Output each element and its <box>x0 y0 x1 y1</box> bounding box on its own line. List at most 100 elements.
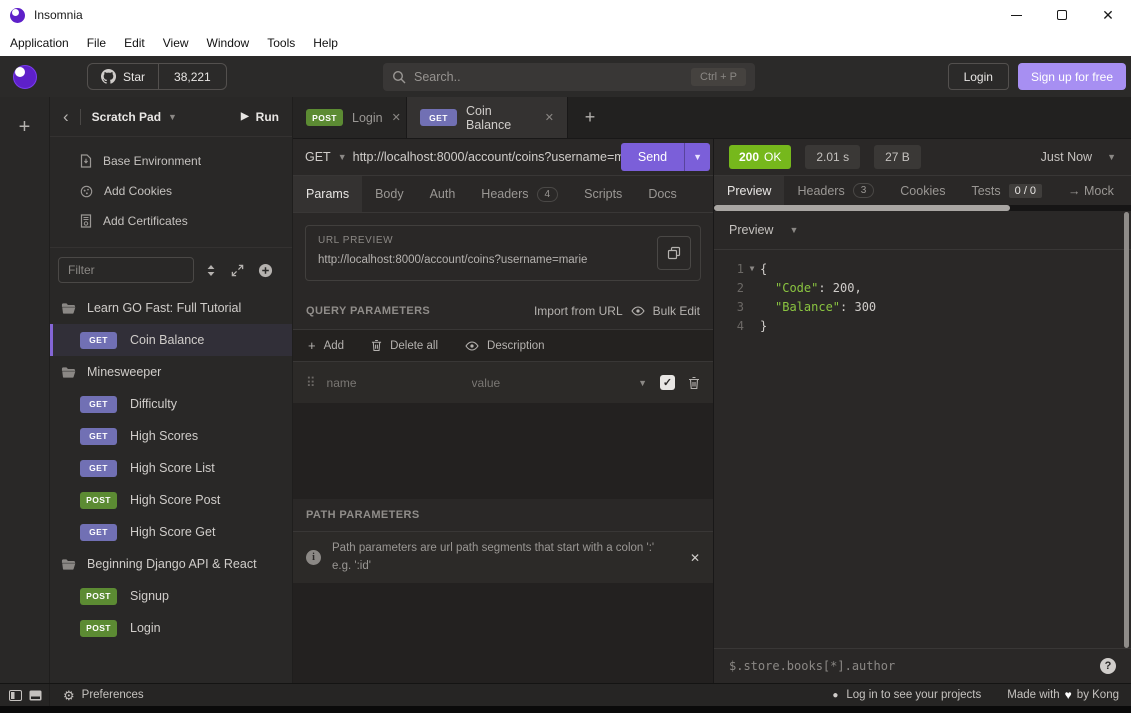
sidebar-item-add-cookies[interactable]: Add Cookies <box>50 176 292 206</box>
toggle-sidebar-icon[interactable] <box>9 690 22 701</box>
method-badge: GET <box>80 460 117 477</box>
sidebar-request-item[interactable]: GETHigh Score List <box>50 452 292 484</box>
title-bar: Insomnia ✕ <box>0 0 1131 30</box>
copy-url-button[interactable] <box>657 236 691 270</box>
delete-all-button[interactable]: Delete all <box>371 339 438 352</box>
sidebar-request-item[interactable]: POSTHigh Score Post <box>50 484 292 516</box>
toggle-bottom-panel-icon[interactable] <box>29 690 42 701</box>
response-pane: 200 OK 2.01 s 27 B Just Now ▼ Preview He… <box>713 139 1131 683</box>
tab-preview[interactable]: Preview <box>714 176 784 205</box>
tab-scripts[interactable]: Scripts <box>571 176 635 212</box>
send-button[interactable]: Send <box>621 143 684 171</box>
eye-icon[interactable] <box>631 306 645 316</box>
tab-docs[interactable]: Docs <box>635 176 689 212</box>
param-value-input[interactable] <box>472 376 632 390</box>
sidebar-folder-item[interactable]: Minesweeper <box>50 356 292 388</box>
method-badge: GET <box>80 396 117 413</box>
jsonpath-filter-input[interactable] <box>729 659 1090 673</box>
filter-input[interactable] <box>58 257 194 283</box>
dismiss-info-icon[interactable]: ✕ <box>690 551 700 565</box>
sidebar-request-item[interactable]: GETDifficulty <box>50 388 292 420</box>
sidebar-request-item[interactable]: POSTLogin <box>50 612 292 644</box>
item-label: High Scores <box>130 429 198 443</box>
toggle-description-button[interactable]: Description <box>465 340 545 352</box>
signup-button[interactable]: Sign up for free <box>1018 63 1126 90</box>
sidebar-folder-item[interactable]: Beginning Django API & React <box>50 548 292 580</box>
tab-cookies[interactable]: Cookies <box>887 176 958 205</box>
chevron-down-icon[interactable]: ▼ <box>638 378 647 388</box>
github-star-widget[interactable]: Star 38,221 <box>87 63 227 90</box>
github-star-button[interactable]: Star <box>88 64 159 89</box>
tab-console[interactable]: Console <box>1127 176 1131 205</box>
close-tab-icon[interactable]: ✕ <box>545 111 554 124</box>
menu-item[interactable]: Edit <box>115 36 154 50</box>
tabs-scrollbar[interactable] <box>714 205 1131 211</box>
response-history-dropdown[interactable]: Just Now ▼ <box>1041 150 1116 164</box>
method-selector[interactable]: GET <box>305 150 331 164</box>
menu-item[interactable]: Help <box>304 36 347 50</box>
fold-caret-icon[interactable]: ▼ <box>744 264 760 273</box>
tab-login[interactable]: POST Login ✕ <box>293 97 407 138</box>
menu-item[interactable]: Application <box>1 36 78 50</box>
tab-tests[interactable]: Tests 0 / 0 <box>958 176 1055 205</box>
sidebar-request-item[interactable]: POSTSignup <box>50 580 292 612</box>
sidebar-request-item[interactable]: GETHigh Scores <box>50 420 292 452</box>
global-search[interactable]: Ctrl + P <box>383 63 755 91</box>
sidebar-request-item[interactable]: GETCoin Balance <box>50 324 292 356</box>
param-name-input[interactable] <box>327 376 472 390</box>
tab-mock[interactable]: → Mock <box>1055 176 1127 205</box>
tab-body[interactable]: Body <box>362 176 417 212</box>
sidebar-item-base-environment[interactable]: Base Environment <box>50 146 292 176</box>
delete-all-label: Delete all <box>390 340 438 352</box>
github-star-count[interactable]: 38,221 <box>159 64 226 89</box>
search-input[interactable] <box>414 70 691 84</box>
scrollbar-thumb[interactable] <box>714 205 1010 211</box>
param-enabled-checkbox[interactable]: ✓ <box>660 375 675 390</box>
add-request-plus-icon[interactable] <box>258 263 273 278</box>
menu-item[interactable]: File <box>78 36 115 50</box>
trash-icon[interactable] <box>688 376 700 390</box>
sort-icon[interactable] <box>205 264 217 277</box>
menu-item[interactable]: View <box>154 36 198 50</box>
sidebar-item-add-certificates[interactable]: Add Certificates <box>50 206 292 236</box>
tab-response-headers[interactable]: Headers 3 <box>784 176 887 205</box>
chevron-down-icon[interactable]: ▼ <box>168 112 177 122</box>
request-pane: GET ▼ http://localhost:8000/account/coin… <box>293 139 713 683</box>
response-scrollbar[interactable] <box>1124 212 1129 648</box>
url-preview-section: URL PREVIEW http://localhost:8000/accoun… <box>293 213 713 293</box>
import-from-url-button[interactable]: Import from URL <box>534 304 623 318</box>
menu-item[interactable]: Window <box>198 36 259 50</box>
work-area: POST Login ✕ GET Coin Balance ✕ + GET ▼ … <box>293 97 1131 683</box>
preview-mode-dropdown[interactable]: Preview ▼ <box>714 211 1131 250</box>
login-button[interactable]: Login <box>948 63 1009 90</box>
run-button[interactable]: ▶ Run <box>241 110 279 124</box>
response-filter-bar: ? <box>714 648 1131 683</box>
tab-params[interactable]: Params <box>293 176 362 212</box>
sidebar-folder-item[interactable]: Learn GO Fast: Full Tutorial <box>50 292 292 324</box>
sidebar-request-item[interactable]: GETHigh Score Get <box>50 516 292 548</box>
tab-headers[interactable]: Headers 4 <box>468 176 571 212</box>
bulk-edit-button[interactable]: Bulk Edit <box>653 304 700 318</box>
chevron-down-icon[interactable]: ▼ <box>338 152 347 162</box>
back-chevron-icon[interactable]: ‹ <box>63 108 69 125</box>
maximize-button[interactable] <box>1039 0 1085 30</box>
filter-help-icon[interactable]: ? <box>1100 658 1116 674</box>
new-tab-button[interactable]: + <box>568 97 612 138</box>
new-project-plus-icon[interactable]: + <box>19 117 31 683</box>
add-param-button[interactable]: + Add <box>308 338 344 353</box>
close-tab-icon[interactable]: ✕ <box>392 111 401 124</box>
drag-handle-icon[interactable]: ⠿ <box>306 375 316 391</box>
close-button[interactable]: ✕ <box>1085 0 1131 30</box>
preferences-button[interactable]: ⚙ Preferences <box>63 689 144 702</box>
response-body-editor[interactable]: 1 ▼ { 2 "Code" : 200, 3 "Balance" <box>714 250 1131 648</box>
tab-coin-balance[interactable]: GET Coin Balance ✕ <box>407 97 568 138</box>
workspace-name[interactable]: Scratch Pad <box>92 110 161 124</box>
item-label: High Score Get <box>130 525 215 539</box>
expand-icon[interactable] <box>231 264 244 277</box>
menu-item[interactable]: Tools <box>258 36 304 50</box>
tab-auth[interactable]: Auth <box>417 176 469 212</box>
login-hint[interactable]: ● Log in to see your projects <box>832 689 981 701</box>
insomnia-logo-icon <box>13 65 37 89</box>
send-options-chevron-icon[interactable]: ▼ <box>684 143 710 171</box>
minimize-button[interactable] <box>993 0 1039 30</box>
